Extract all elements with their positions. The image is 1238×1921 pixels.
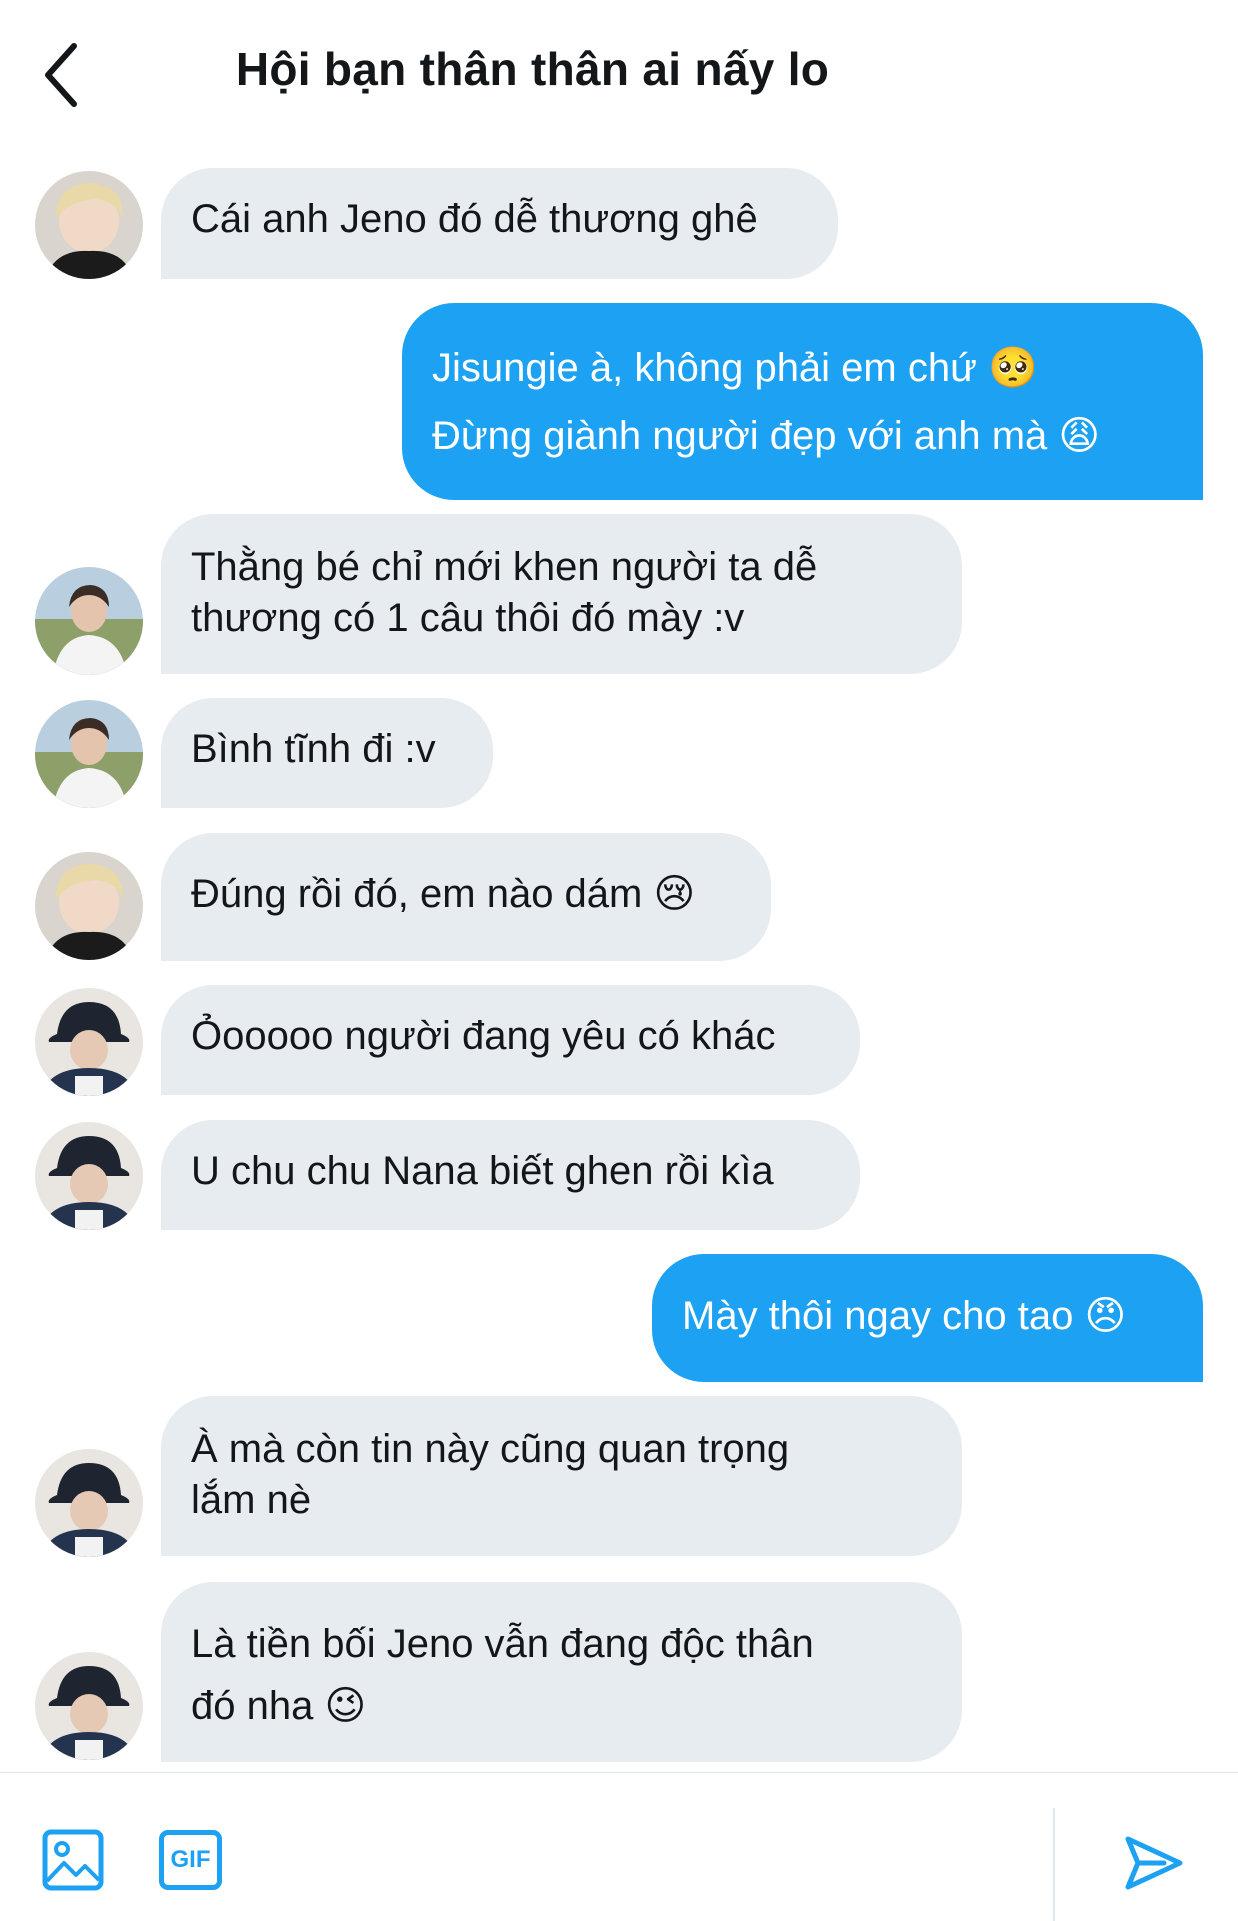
conversation-header: Hội bạn thân thân ai nấy lo xyxy=(0,0,1238,150)
message-bubble-received[interactable]: Đúng rồi đó, em nào dám 😢 xyxy=(161,833,771,961)
message-bubble-received[interactable]: U chu chu Nana biết ghen rồi kìa xyxy=(161,1120,860,1230)
send-button[interactable] xyxy=(1124,1833,1184,1898)
message-bubble-sent[interactable]: Mày thôi ngay cho tao 😠 xyxy=(652,1254,1203,1382)
divider xyxy=(1053,1808,1055,1921)
message-text: Cái anh Jeno đó dễ thương ghê xyxy=(191,197,758,241)
image-icon xyxy=(42,1829,104,1891)
send-icon xyxy=(1125,1836,1183,1890)
message-text: thương có 1 câu thôi đó mày :v xyxy=(191,596,745,640)
message-bubble-received[interactable]: Là tiền bối Jeno vẫn đang độc thân đó nh… xyxy=(161,1582,962,1762)
avatar[interactable] xyxy=(35,700,143,808)
avatar[interactable] xyxy=(35,567,143,675)
message-text: đó nha 😉 xyxy=(191,1684,367,1728)
message-bubble-sent[interactable]: Jisungie à, không phải em chứ 🥺 Đừng già… xyxy=(402,303,1203,500)
message-text: Jisungie à, không phải em chứ 🥺 xyxy=(432,346,1038,390)
message-text: Là tiền bối Jeno vẫn đang độc thân xyxy=(191,1622,814,1666)
message-bubble-received[interactable]: Bình tĩnh đi :v xyxy=(161,698,493,808)
message-bubble-received[interactable]: À mà còn tin này cũng quan trọng lắm nè xyxy=(161,1396,962,1556)
message-text: Ỏooooo người đang yêu có khác xyxy=(191,1014,776,1058)
message-text: Đúng rồi đó, em nào dám 😢 xyxy=(191,872,696,916)
message-text: U chu chu Nana biết ghen rồi kìa xyxy=(191,1149,774,1193)
message-bubble-received[interactable]: Thằng bé chỉ mới khen người ta dễ thương… xyxy=(161,514,962,674)
message-text: À mà còn tin này cũng quan trọng xyxy=(191,1427,790,1471)
avatar[interactable] xyxy=(35,1122,143,1230)
add-image-button[interactable] xyxy=(42,1829,104,1896)
avatar[interactable] xyxy=(35,171,143,279)
gif-button[interactable]: GIF xyxy=(159,1830,222,1890)
message-text: Mày thôi ngay cho tao 😠 xyxy=(682,1294,1127,1338)
gif-label: GIF xyxy=(170,1846,211,1873)
page-title: Hội bạn thân thân ai nấy lo xyxy=(235,43,830,95)
avatar[interactable] xyxy=(35,852,143,960)
message-text: lắm nè xyxy=(191,1478,312,1522)
avatar[interactable] xyxy=(35,1449,143,1557)
message-text: Thằng bé chỉ mới khen người ta dễ xyxy=(191,545,818,589)
message-bubble-received[interactable]: Cái anh Jeno đó dễ thương ghê xyxy=(161,168,838,279)
avatar[interactable] xyxy=(35,988,143,1096)
compose-bar: GIF xyxy=(0,1772,1238,1921)
message-text: Bình tĩnh đi :v xyxy=(191,727,436,771)
avatar[interactable] xyxy=(35,1652,143,1760)
message-text: Đừng giành người đẹp với anh mà 😩 xyxy=(432,414,1101,458)
message-bubble-received[interactable]: Ỏooooo người đang yêu có khác xyxy=(161,985,860,1095)
